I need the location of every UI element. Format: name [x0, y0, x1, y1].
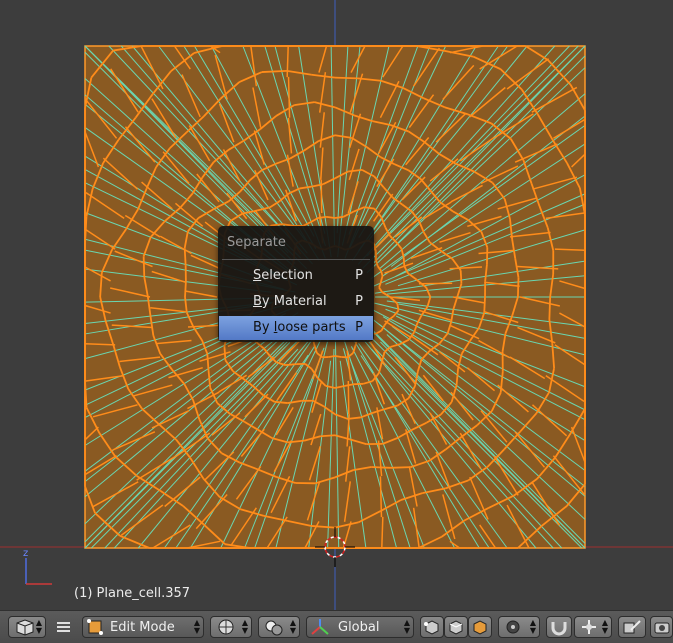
viewport-shading-icon — [211, 617, 241, 637]
manipulator-icon — [307, 617, 333, 637]
menu-divider — [222, 259, 370, 260]
snap-magnet-icon — [547, 617, 571, 637]
viewport-header: ▲▼ Edit Mode ▲▼ ▲▼ ▲▼ Global ▲▼ ▲▼ ▲▼ — [0, 610, 673, 643]
pivot-icon — [259, 617, 289, 637]
menu-item-label: Selection — [253, 268, 313, 283]
transform-orientation-selector[interactable]: Global ▲▼ — [306, 616, 414, 638]
separate-menu: Separate Selection P By Material P By lo… — [218, 226, 374, 342]
render-icon — [651, 617, 673, 637]
edge-select-icon — [445, 617, 467, 637]
object-info: (1) Plane_cell.357 — [74, 586, 190, 601]
pivot-point-button[interactable]: ▲▼ — [258, 616, 300, 638]
mode-label: Edit Mode — [110, 620, 175, 635]
vertex-select-button[interactable] — [420, 616, 444, 638]
menu-item-selection[interactable]: Selection P — [219, 264, 373, 288]
edit-mode-icon — [83, 617, 107, 637]
menu-item-label: By Material — [253, 294, 327, 309]
menu-item-label: By loose parts — [253, 320, 346, 335]
face-select-button[interactable] — [468, 616, 492, 638]
edge-select-button[interactable] — [444, 616, 468, 638]
menu-toggle-button[interactable] — [54, 617, 74, 637]
snap-target-button[interactable]: ▲▼ — [574, 616, 612, 638]
3d-viewport[interactable]: z (1) Plane_cell.357 Separate Selection … — [0, 0, 673, 610]
mode-selector[interactable]: Edit Mode ▲▼ — [82, 616, 204, 638]
proportional-icon — [499, 617, 529, 637]
snap-target-icon — [575, 617, 605, 637]
menu-item-shortcut: P — [355, 268, 363, 283]
menu-item-by-material[interactable]: By Material P — [219, 290, 373, 314]
face-select-icon — [469, 617, 491, 637]
axis-gizmo-icon: z — [18, 546, 58, 590]
overlay-button[interactable] — [618, 616, 646, 638]
viewport-shading-button[interactable]: ▲▼ — [210, 616, 252, 638]
overlay-icon — [619, 617, 645, 637]
menu-item-by-loose-parts[interactable]: By loose parts P — [219, 316, 373, 340]
menu-title: Separate — [227, 235, 286, 250]
orientation-label: Global — [338, 620, 379, 635]
editor-type-button[interactable]: ▲▼ — [8, 616, 46, 638]
vertex-select-icon — [421, 617, 443, 637]
axis-label: z — [23, 548, 28, 559]
render-button[interactable] — [650, 616, 673, 638]
menu-item-shortcut: P — [355, 320, 363, 335]
snap-toggle-button[interactable] — [546, 616, 572, 638]
menu-icon — [54, 617, 74, 637]
menu-item-shortcut: P — [355, 294, 363, 309]
proportional-edit-button[interactable]: ▲▼ — [498, 616, 540, 638]
